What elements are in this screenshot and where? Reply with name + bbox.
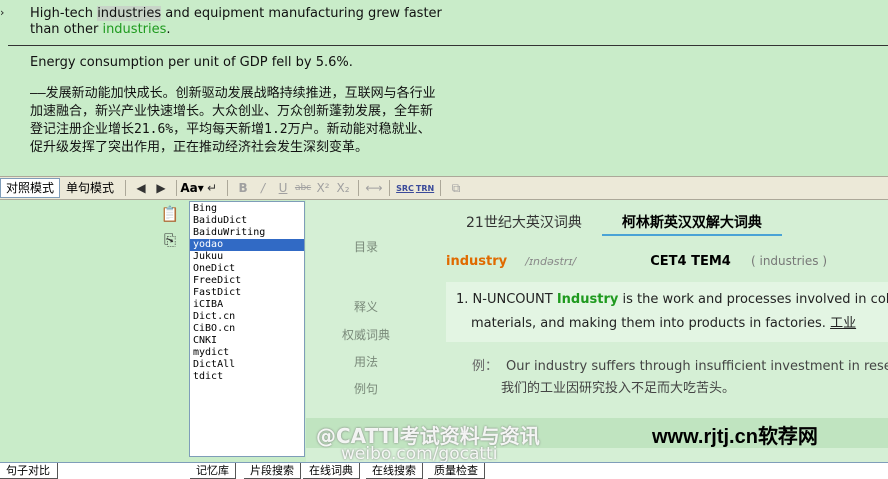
src-button[interactable]: SRC bbox=[396, 179, 414, 197]
dictionary-item[interactable]: Bing bbox=[190, 203, 304, 215]
word-forms: ( industries ) bbox=[751, 254, 828, 268]
entry-header: industry /ɪndəstrɪ/ CET4 TEM4 ( industri… bbox=[446, 254, 827, 269]
toolbar-divider bbox=[125, 180, 127, 196]
font-case-label: Aa bbox=[180, 181, 198, 195]
toolbar-divider bbox=[227, 180, 229, 196]
dictionary-item[interactable]: yodao bbox=[190, 239, 304, 251]
tab-quality-check[interactable]: 质量检查 bbox=[428, 463, 485, 479]
example-block: 例： Our industry suffers through insuffici… bbox=[472, 356, 888, 400]
exam-level: CET4 TEM4 bbox=[650, 254, 731, 269]
next-segment-icon[interactable]: ▶ bbox=[152, 179, 170, 197]
nav-item-definition[interactable]: 释义 bbox=[326, 298, 406, 315]
segment-divider bbox=[8, 45, 888, 46]
toolbar-divider bbox=[389, 180, 391, 196]
dictionary-item[interactable]: CiBO.cn bbox=[190, 323, 304, 335]
source-text: High-tech bbox=[30, 6, 98, 21]
dictionary-item[interactable]: FreeDict bbox=[190, 275, 304, 287]
sense-number: 1. bbox=[456, 292, 469, 307]
nav-item-examples[interactable]: 例句 bbox=[326, 380, 406, 397]
dictionary-item[interactable]: OneDict bbox=[190, 263, 304, 275]
italic-icon[interactable]: / bbox=[254, 179, 272, 197]
example-english: Our industry suffers through insufficien… bbox=[506, 359, 888, 374]
source-term: industries bbox=[102, 22, 167, 37]
underline-icon[interactable]: U bbox=[274, 179, 292, 197]
watermark-sub: weibo.com/gocatti bbox=[341, 444, 498, 464]
nav-item-authority[interactable]: 权威词典 bbox=[326, 326, 406, 343]
dict-tabs: 21世纪大英汉词典 柯林斯英汉双解大词典 bbox=[446, 208, 782, 236]
side-icon-bar: 📋 ⎘ bbox=[156, 202, 186, 256]
dictionary-item[interactable]: mydict bbox=[190, 347, 304, 359]
dictionary-item[interactable]: CNKI bbox=[190, 335, 304, 347]
dictionary-list[interactable]: Bing BaiduDict BaiduWriting yodao Jukuu OneDi… bbox=[189, 201, 305, 457]
width-icon[interactable]: ⟷ bbox=[365, 179, 383, 197]
insert-icon[interactable]: ⎘ bbox=[160, 230, 180, 250]
example-label: 例： bbox=[472, 359, 499, 374]
segment-marker-icon: › bbox=[0, 6, 5, 19]
bottom-tabs: 句子对比 记忆库 片段搜索 在线词典 在线搜索 质量检查 bbox=[0, 462, 888, 479]
copy-icon[interactable]: ⧉ bbox=[447, 179, 465, 197]
tab-online-dictionary[interactable]: 在线词典 bbox=[303, 463, 360, 479]
nav-item-contents[interactable]: 目录 bbox=[326, 238, 406, 255]
sense-text: is the work and processes involved in co… bbox=[618, 292, 888, 307]
translation-editor[interactable]: › High-tech industries and equipment man… bbox=[0, 0, 888, 176]
dictionary-item[interactable]: tdict bbox=[190, 371, 304, 383]
example-chinese: 我们的工业因研究投入不足而大吃苦头。 bbox=[501, 381, 736, 396]
headword: industry bbox=[446, 254, 508, 269]
superscript-icon[interactable]: X² bbox=[314, 179, 332, 197]
source-segment[interactable]: High-tech industries and equipment manuf… bbox=[30, 6, 450, 38]
dictionary-item[interactable]: FastDict bbox=[190, 287, 304, 299]
toolbar-divider bbox=[358, 180, 360, 196]
watermark-url: www.rjtj.cn软荐网 bbox=[652, 426, 818, 448]
tab-fragment-search[interactable]: 片段搜索 bbox=[244, 463, 301, 479]
clipboard-icon[interactable]: 📋 bbox=[160, 204, 180, 224]
lower-panel: 📋 ⎘ Bing BaiduDict BaiduWriting yodao Jukuu O… bbox=[0, 200, 888, 464]
tab-collins-dict[interactable]: 柯林斯英汉双解大词典 bbox=[601, 208, 782, 236]
tab-21st-century-dict[interactable]: 21世纪大英汉词典 bbox=[446, 208, 602, 236]
sense-type: N-UNCOUNT bbox=[472, 292, 553, 307]
energy-segment[interactable]: Energy consumption per unit of GDP fell … bbox=[30, 55, 353, 70]
phonetic: /ɪndəstrɪ/ bbox=[525, 255, 577, 268]
dictionary-item[interactable]: Jukuu bbox=[190, 251, 304, 263]
tab-memory[interactable]: 记忆库 bbox=[190, 463, 236, 479]
font-case-button[interactable]: Aa ▾ bbox=[180, 179, 203, 197]
sense-translation-link[interactable]: 工业 bbox=[830, 316, 856, 331]
subscript-icon[interactable]: X₂ bbox=[334, 179, 352, 197]
dictionary-item[interactable]: BaiduDict bbox=[190, 215, 304, 227]
tab-sentence-compare[interactable]: 句子对比 bbox=[0, 463, 58, 479]
sense-text: materials, and making them into products… bbox=[471, 316, 831, 331]
dictionary-item[interactable]: Dict.cn bbox=[190, 311, 304, 323]
nav-item-usage[interactable]: 用法 bbox=[326, 353, 406, 370]
source-highlight: industries bbox=[97, 6, 162, 21]
return-icon[interactable]: ↵ bbox=[203, 179, 221, 197]
tab-online-search[interactable]: 在线搜索 bbox=[366, 463, 423, 479]
dictionary-item[interactable]: DictAll bbox=[190, 359, 304, 371]
dictionary-item[interactable]: iCIBA bbox=[190, 299, 304, 311]
trn-button[interactable]: TRN bbox=[416, 179, 434, 197]
sense-definition: 1. N-UNCOUNT Industry is the work and pr… bbox=[446, 282, 888, 342]
toolbar-divider bbox=[176, 180, 178, 196]
editor-toolbar: 对照模式 单句模式 ◀ ▶ Aa ▾ ↵ B / U abc X² X₂ ⟷ SR… bbox=[0, 176, 888, 200]
toolbar-divider bbox=[440, 180, 442, 196]
chinese-segment[interactable]: ——发展新动能加快成长。创新驱动发展战略持续推进，互联网与各行业加速融合，新兴产… bbox=[30, 85, 440, 157]
prev-segment-icon[interactable]: ◀ bbox=[132, 179, 150, 197]
dictionary-item[interactable]: BaiduWriting bbox=[190, 227, 304, 239]
bold-icon[interactable]: B bbox=[234, 179, 252, 197]
strikethrough-icon[interactable]: abc bbox=[294, 179, 312, 197]
tab-single-mode[interactable]: 单句模式 bbox=[60, 178, 120, 198]
source-text: . bbox=[166, 22, 171, 37]
sense-keyword: Industry bbox=[556, 292, 619, 307]
tab-compare-mode[interactable]: 对照模式 bbox=[0, 178, 61, 198]
